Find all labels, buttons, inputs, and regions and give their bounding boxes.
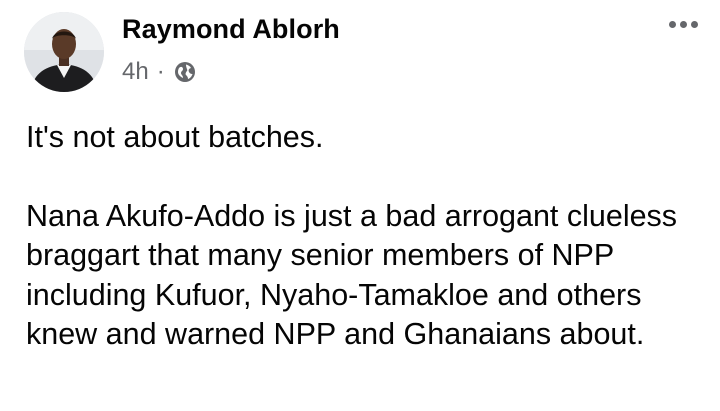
more-options-icon[interactable] <box>669 14 698 34</box>
menu-dot <box>680 20 687 28</box>
globe-icon[interactable] <box>173 60 197 84</box>
post-card: Raymond Ablorh 4h · It's not about batch… <box>0 0 720 411</box>
post-text-line: It's not about batches. <box>26 120 324 154</box>
post-meta: 4h · <box>122 58 197 86</box>
timestamp[interactable]: 4h <box>122 58 149 86</box>
post-text-paragraph: Nana Akufo-Addo is just a bad arrogant c… <box>26 198 678 352</box>
meta-separator: · <box>156 58 165 85</box>
post-text: It's not about batches. Nana Akufo-Addo … <box>26 118 706 355</box>
menu-dot <box>669 20 676 28</box>
author-name[interactable]: Raymond Ablorh <box>122 14 340 45</box>
avatar[interactable] <box>24 12 104 92</box>
profile-photo <box>24 12 104 92</box>
menu-dot <box>691 20 698 28</box>
